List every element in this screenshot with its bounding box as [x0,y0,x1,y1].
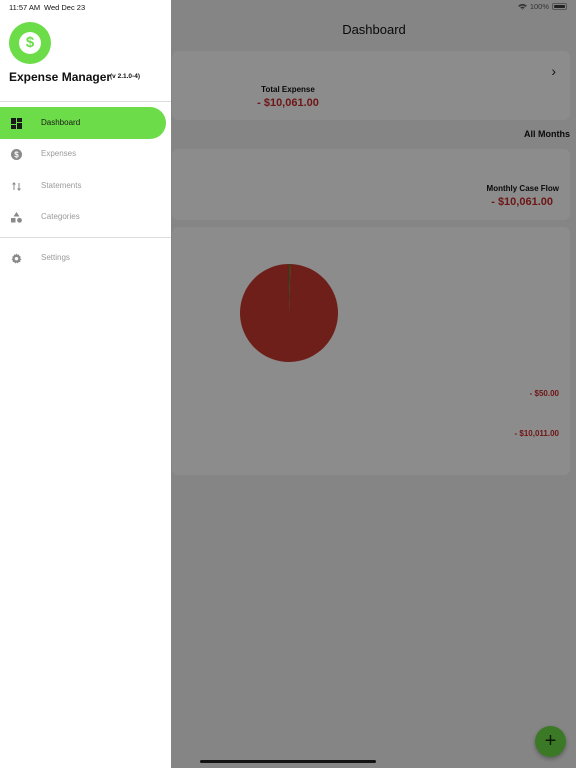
swap-vertical-icon [10,180,22,192]
dollar-icon: $ [19,32,41,54]
status-bar: 11:57 AM Wed Dec 23 100% [0,0,576,14]
nav-item-settings[interactable]: Settings [0,242,166,274]
nav-item-dashboard[interactable]: Dashboard [0,107,166,139]
battery-icon [552,3,567,10]
app-name: Expense Manager [9,70,112,84]
divider [0,101,171,102]
app-version: (v 2.1.0-4) [110,73,140,80]
svg-text:$: $ [14,150,19,159]
app-logo: $ [9,22,51,64]
nav-label: Expenses [41,149,77,158]
battery-percent: 100% [529,2,549,11]
nav-item-categories[interactable]: Categories [0,201,166,233]
wifi-icon [517,3,527,10]
dollar-icon: $ [10,148,22,160]
dashboard-icon [10,117,22,129]
nav-item-statements[interactable]: Statements [0,170,166,202]
status-time: 11:57 AM [9,3,41,12]
nav-label: Statements [41,181,82,190]
gear-icon [10,252,22,264]
shapes-icon [10,211,22,223]
status-date: Wed Dec 23 [44,3,86,12]
divider [0,237,171,238]
nav-item-expenses[interactable]: $ Expenses [0,138,166,170]
home-indicator [200,760,376,763]
nav-label: Dashboard [41,118,81,127]
navigation-drawer: $ Expense Manager (v 2.1.0-4) Dashboard … [0,0,171,768]
nav-label: Categories [41,212,80,221]
nav-label: Settings [41,253,70,262]
